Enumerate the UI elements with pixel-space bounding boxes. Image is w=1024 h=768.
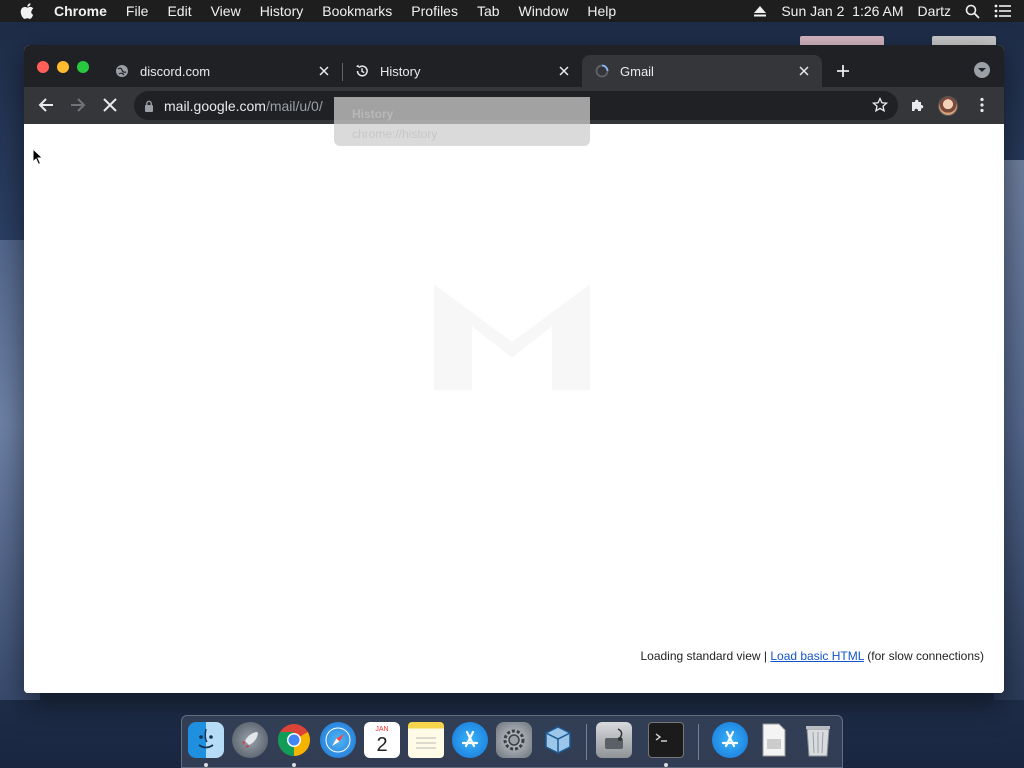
- bookmark-star-icon[interactable]: [872, 97, 888, 113]
- menu-help[interactable]: Help: [587, 3, 616, 19]
- calendar-day: 2: [376, 733, 388, 756]
- load-basic-html-link[interactable]: Load basic HTML: [770, 649, 864, 663]
- window-close-button[interactable]: [37, 61, 49, 73]
- tab-title: discord.com: [140, 63, 211, 79]
- dock-separator: [698, 724, 699, 760]
- loading-status: Loading standard view | Load basic HTML …: [640, 649, 984, 663]
- loading-prefix: Loading standard view |: [640, 649, 771, 663]
- tab-close-icon[interactable]: [556, 63, 572, 79]
- url-path: /mail/u/0/: [265, 97, 323, 114]
- notes-icon[interactable]: [408, 722, 444, 758]
- apple-menu-icon[interactable]: [20, 3, 38, 19]
- dock: JAN 2: [181, 715, 843, 768]
- virtualbox-cube-icon[interactable]: [540, 722, 576, 758]
- menu-history[interactable]: History: [260, 3, 304, 19]
- calendar-month: JAN: [375, 725, 389, 733]
- window-minimize-button[interactable]: [57, 61, 69, 73]
- finder-icon[interactable]: [188, 722, 224, 758]
- gmail-logo-icon: [434, 284, 590, 390]
- safari-compass-icon[interactable]: [320, 722, 356, 758]
- menu-profiles[interactable]: Profiles: [411, 3, 458, 19]
- running-indicator: [292, 763, 296, 767]
- stop-loading-x-icon[interactable]: [100, 95, 120, 115]
- menu-edit[interactable]: Edit: [167, 3, 191, 19]
- suggestion-title: History: [352, 107, 394, 121]
- tab-discord[interactable]: discord.com: [102, 55, 342, 87]
- menu-file[interactable]: File: [126, 3, 149, 19]
- suggestion-url: chrome://history: [352, 127, 438, 141]
- app-store-icon[interactable]: [452, 722, 488, 758]
- lock-icon[interactable]: [144, 100, 154, 112]
- mouse-cursor-icon: [32, 148, 44, 166]
- menu-window[interactable]: Window: [519, 3, 569, 19]
- loading-spinner-icon: [594, 63, 610, 79]
- chrome-icon[interactable]: [276, 722, 312, 758]
- menu-view[interactable]: View: [211, 3, 241, 19]
- tab-history[interactable]: History: [342, 55, 582, 87]
- menu-tab[interactable]: Tab: [477, 3, 500, 19]
- chrome-window: discord.com History Gmail mail.google.co…: [24, 45, 1004, 693]
- menu-bar: Chrome File Edit View History Bookmarks …: [0, 0, 1024, 22]
- window-zoom-button[interactable]: [77, 61, 89, 73]
- tab-close-icon[interactable]: [796, 63, 812, 79]
- page-content: Loading standard view | Load basic HTML …: [24, 124, 1004, 693]
- history-icon: [354, 63, 370, 79]
- new-tab-plus-icon[interactable]: [832, 60, 854, 82]
- omnibox-suggestion-popup[interactable]: History chrome://history: [334, 97, 590, 146]
- kebab-menu-icon[interactable]: [972, 95, 992, 115]
- running-indicator: [204, 763, 208, 767]
- notification-center-icon[interactable]: [994, 4, 1012, 18]
- menubar-user[interactable]: Dartz: [918, 3, 951, 19]
- eject-icon[interactable]: [753, 5, 767, 17]
- terminal-icon[interactable]: [648, 722, 684, 758]
- loading-suffix: (for slow connections): [863, 649, 984, 663]
- tab-gmail[interactable]: Gmail: [582, 55, 822, 87]
- disk-utility-icon[interactable]: [596, 722, 632, 758]
- trash-icon[interactable]: [800, 722, 836, 758]
- back-arrow-icon[interactable]: [36, 95, 56, 115]
- running-indicator: [664, 763, 668, 767]
- tab-title: Gmail: [620, 63, 654, 79]
- extensions-puzzle-icon[interactable]: [908, 95, 928, 115]
- spotlight-search-icon[interactable]: [965, 4, 980, 19]
- menubar-clock[interactable]: Sun Jan 2 1:26 AM: [781, 3, 903, 19]
- url-host: mail.google.com: [164, 97, 266, 114]
- menu-bookmarks[interactable]: Bookmarks: [322, 3, 392, 19]
- globe-icon: [114, 63, 130, 79]
- tab-search-chevron-icon[interactable]: [974, 62, 990, 78]
- calendar-icon[interactable]: JAN 2: [364, 722, 400, 758]
- profile-avatar[interactable]: [938, 96, 958, 116]
- tab-title: History: [380, 63, 421, 79]
- system-preferences-gear-icon[interactable]: [496, 722, 532, 758]
- tab-strip: discord.com History Gmail: [24, 45, 1004, 87]
- menu-app-chrome[interactable]: Chrome: [54, 3, 107, 19]
- launchpad-rocket-icon[interactable]: [232, 722, 268, 758]
- dock-separator: [586, 724, 587, 760]
- tab-close-icon[interactable]: [316, 63, 332, 79]
- forward-arrow-icon[interactable]: [68, 95, 88, 115]
- document-icon[interactable]: [756, 722, 792, 758]
- app-store-downloads-icon[interactable]: [712, 722, 748, 758]
